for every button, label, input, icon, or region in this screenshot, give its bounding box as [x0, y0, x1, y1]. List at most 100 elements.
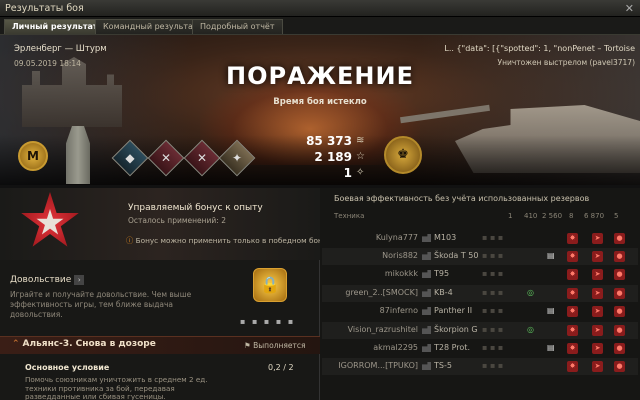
star-icon: ☆	[356, 151, 365, 162]
table-row[interactable]: Kulyna777 M103 ▪ ▪ ▪ ✸ ➤ ●	[322, 230, 638, 247]
player-name[interactable]: mikokkk	[385, 269, 418, 278]
critical-icon: ●	[614, 233, 625, 244]
table-row[interactable]: mikokkk T95 ▪ ▪ ▪ ✸ ➤ ●	[322, 266, 638, 283]
progress-steps: ▪ ▪ ▪ ▪ ▪	[240, 317, 296, 326]
close-icon[interactable]: ✕	[625, 2, 634, 15]
map-mode: Эрленберг — Штурм	[14, 44, 107, 54]
critical-icon: ●	[614, 325, 625, 336]
table-row[interactable]: Noris882 Škoda T 50 ▪ ▪ ▪ ▤ ✸ ➤ ●	[322, 248, 638, 265]
stat-icon: ▪ ▪ ▪	[482, 288, 504, 297]
content-description: Играйте и получайте довольствие. Чем выш…	[10, 290, 192, 319]
table-row[interactable]: green_2..[SMOCK] KB-4 ▪ ▪ ▪ ◎ ✸ ➤ ●	[322, 285, 638, 302]
damage-icon: ✸	[567, 306, 578, 317]
kill-icon: ➤	[592, 269, 603, 280]
tank-name: Škoda T 50	[434, 251, 479, 260]
tab-detailed-report[interactable]: Подробный отчёт	[192, 19, 283, 34]
tank-name: TS-5	[434, 361, 452, 370]
player-vehicle-line: L.. {"data": [{"spotted": 1, "nonPenet –…	[444, 44, 635, 53]
mission-title[interactable]: ⌃ Альянс-3. Снова в дозоре	[12, 339, 156, 349]
assist-icon: ◎	[527, 288, 534, 297]
player-name[interactable]: Noris882	[382, 251, 418, 260]
battle-date: 09.05.2019 18:14	[14, 59, 81, 68]
table-row[interactable]: akmal2295 T28 Prot. ▪ ▪ ▪ ▤ ✸ ➤ ●	[322, 340, 638, 357]
chevron-up-icon[interactable]: ⌃	[12, 339, 20, 349]
killed-by-text: Уничтожен выстрелом (pavel3717)	[497, 58, 635, 67]
player-name[interactable]: Kulyna777	[376, 233, 418, 242]
condition-title: Основное условие	[25, 363, 110, 372]
vehicle-achievement-icon[interactable]: ♚	[384, 136, 422, 174]
credits-icon: ≋	[356, 135, 365, 146]
column-1[interactable]: 1	[508, 212, 512, 220]
tank-class-icon	[422, 344, 431, 352]
kill-icon: ➤	[592, 325, 603, 336]
kill-icon: ➤	[592, 361, 603, 372]
tank-name: T28 Prot.	[434, 343, 470, 352]
critical-icon: ●	[614, 251, 625, 262]
player-name[interactable]: green_2..[SMOCK]	[345, 288, 418, 297]
assist-icon: ◎	[527, 325, 534, 334]
critical-icon: ●	[614, 306, 625, 317]
table-row[interactable]: 87inferno Panther II ▪ ▪ ▪ ▤ ✸ ➤ ●	[322, 303, 638, 320]
stat-icon: ▪ ▪ ▪	[482, 269, 504, 278]
table-row[interactable]: IGORROM...[TPUKO] TS-5 ▪ ▪ ▪ ✸ ➤ ●	[322, 358, 638, 375]
kill-icon: ➤	[592, 306, 603, 317]
tank-class-icon	[422, 234, 431, 242]
credits-value: 85 373	[306, 134, 352, 148]
player-name[interactable]: akmal2295	[373, 343, 418, 352]
column-3[interactable]: 2 560	[542, 212, 562, 220]
critical-icon: ●	[614, 361, 625, 372]
kill-icon: ➤	[592, 288, 603, 299]
tab-team-result[interactable]: Командный результат	[95, 19, 206, 34]
critical-icon: ●	[614, 343, 625, 354]
damage-icon: ✸	[567, 269, 578, 280]
chevron-right-icon[interactable]: ›	[74, 275, 85, 285]
critical-icon: ●	[614, 288, 625, 299]
flag-icon: ⚑	[244, 341, 254, 350]
bonus-note: ⓘ Бонус можно применить только в победно…	[126, 236, 325, 245]
tank-name: Škorpion G	[434, 325, 478, 334]
tank-class-icon	[422, 326, 431, 334]
tab-bar: Личный результат Командный результат Под…	[0, 17, 640, 35]
damage-icon: ✸	[567, 251, 578, 262]
tab-personal-result[interactable]: Личный результат	[4, 19, 106, 34]
column-4[interactable]: 8	[569, 212, 573, 220]
damage-icon: ✸	[567, 343, 578, 354]
kill-icon: ➤	[592, 343, 603, 354]
free-xp-value: 1	[343, 166, 352, 180]
stat-icon: ▪ ▪ ▪	[482, 233, 504, 242]
tank-name: M103	[434, 233, 457, 242]
free-xp-icon: ✧	[356, 167, 365, 178]
tank-class-icon	[422, 289, 431, 297]
stat-icon: ▪ ▪ ▪	[482, 343, 504, 352]
damage-icon: ✸	[567, 233, 578, 244]
stat-icon: ▪ ▪ ▪	[482, 361, 504, 370]
tank-name: Panther II	[434, 306, 473, 315]
spotted-icon: ▤	[547, 343, 555, 352]
bonus-title: Управляемый бонус к опыту	[128, 203, 263, 213]
column-6[interactable]: 5	[614, 212, 618, 220]
table-row[interactable]: Vision_razrushitel Škorpion G ▪ ▪ ▪ ◎ ✸ ➤ ●	[322, 322, 638, 339]
column-vehicle[interactable]: Техника	[334, 212, 364, 220]
player-name[interactable]: Vision_razrushitel	[348, 325, 418, 334]
tank-class-icon	[422, 307, 431, 315]
tank-name: KB-4	[434, 288, 453, 297]
condition-progress: 0,2 / 2	[268, 363, 294, 372]
lock-icon: 🔒	[253, 268, 287, 302]
spotted-icon: ▤	[547, 306, 555, 315]
spotted-icon: ▤	[547, 251, 555, 260]
kill-icon: ➤	[592, 233, 603, 244]
kill-icon: ➤	[592, 251, 603, 262]
player-name[interactable]: 87inferno	[380, 306, 418, 315]
content-section-title[interactable]: Довольствие ›	[10, 275, 85, 285]
column-5[interactable]: 6 870	[584, 212, 604, 220]
stat-icon: ▪ ▪ ▪	[482, 251, 504, 260]
xp-value: 2 189	[314, 150, 352, 164]
battle-result-reason: Время боя истекло	[273, 97, 367, 107]
tank-name: T95	[434, 269, 450, 278]
column-2[interactable]: 410	[524, 212, 537, 220]
window-title: Результаты боя	[5, 3, 84, 14]
mastery-badge-icon[interactable]: M	[18, 141, 48, 171]
damage-icon: ✸	[567, 325, 578, 336]
player-name[interactable]: IGORROM...[TPUKO]	[338, 361, 418, 370]
mission-state: ⚑ Выполняется	[244, 341, 306, 350]
